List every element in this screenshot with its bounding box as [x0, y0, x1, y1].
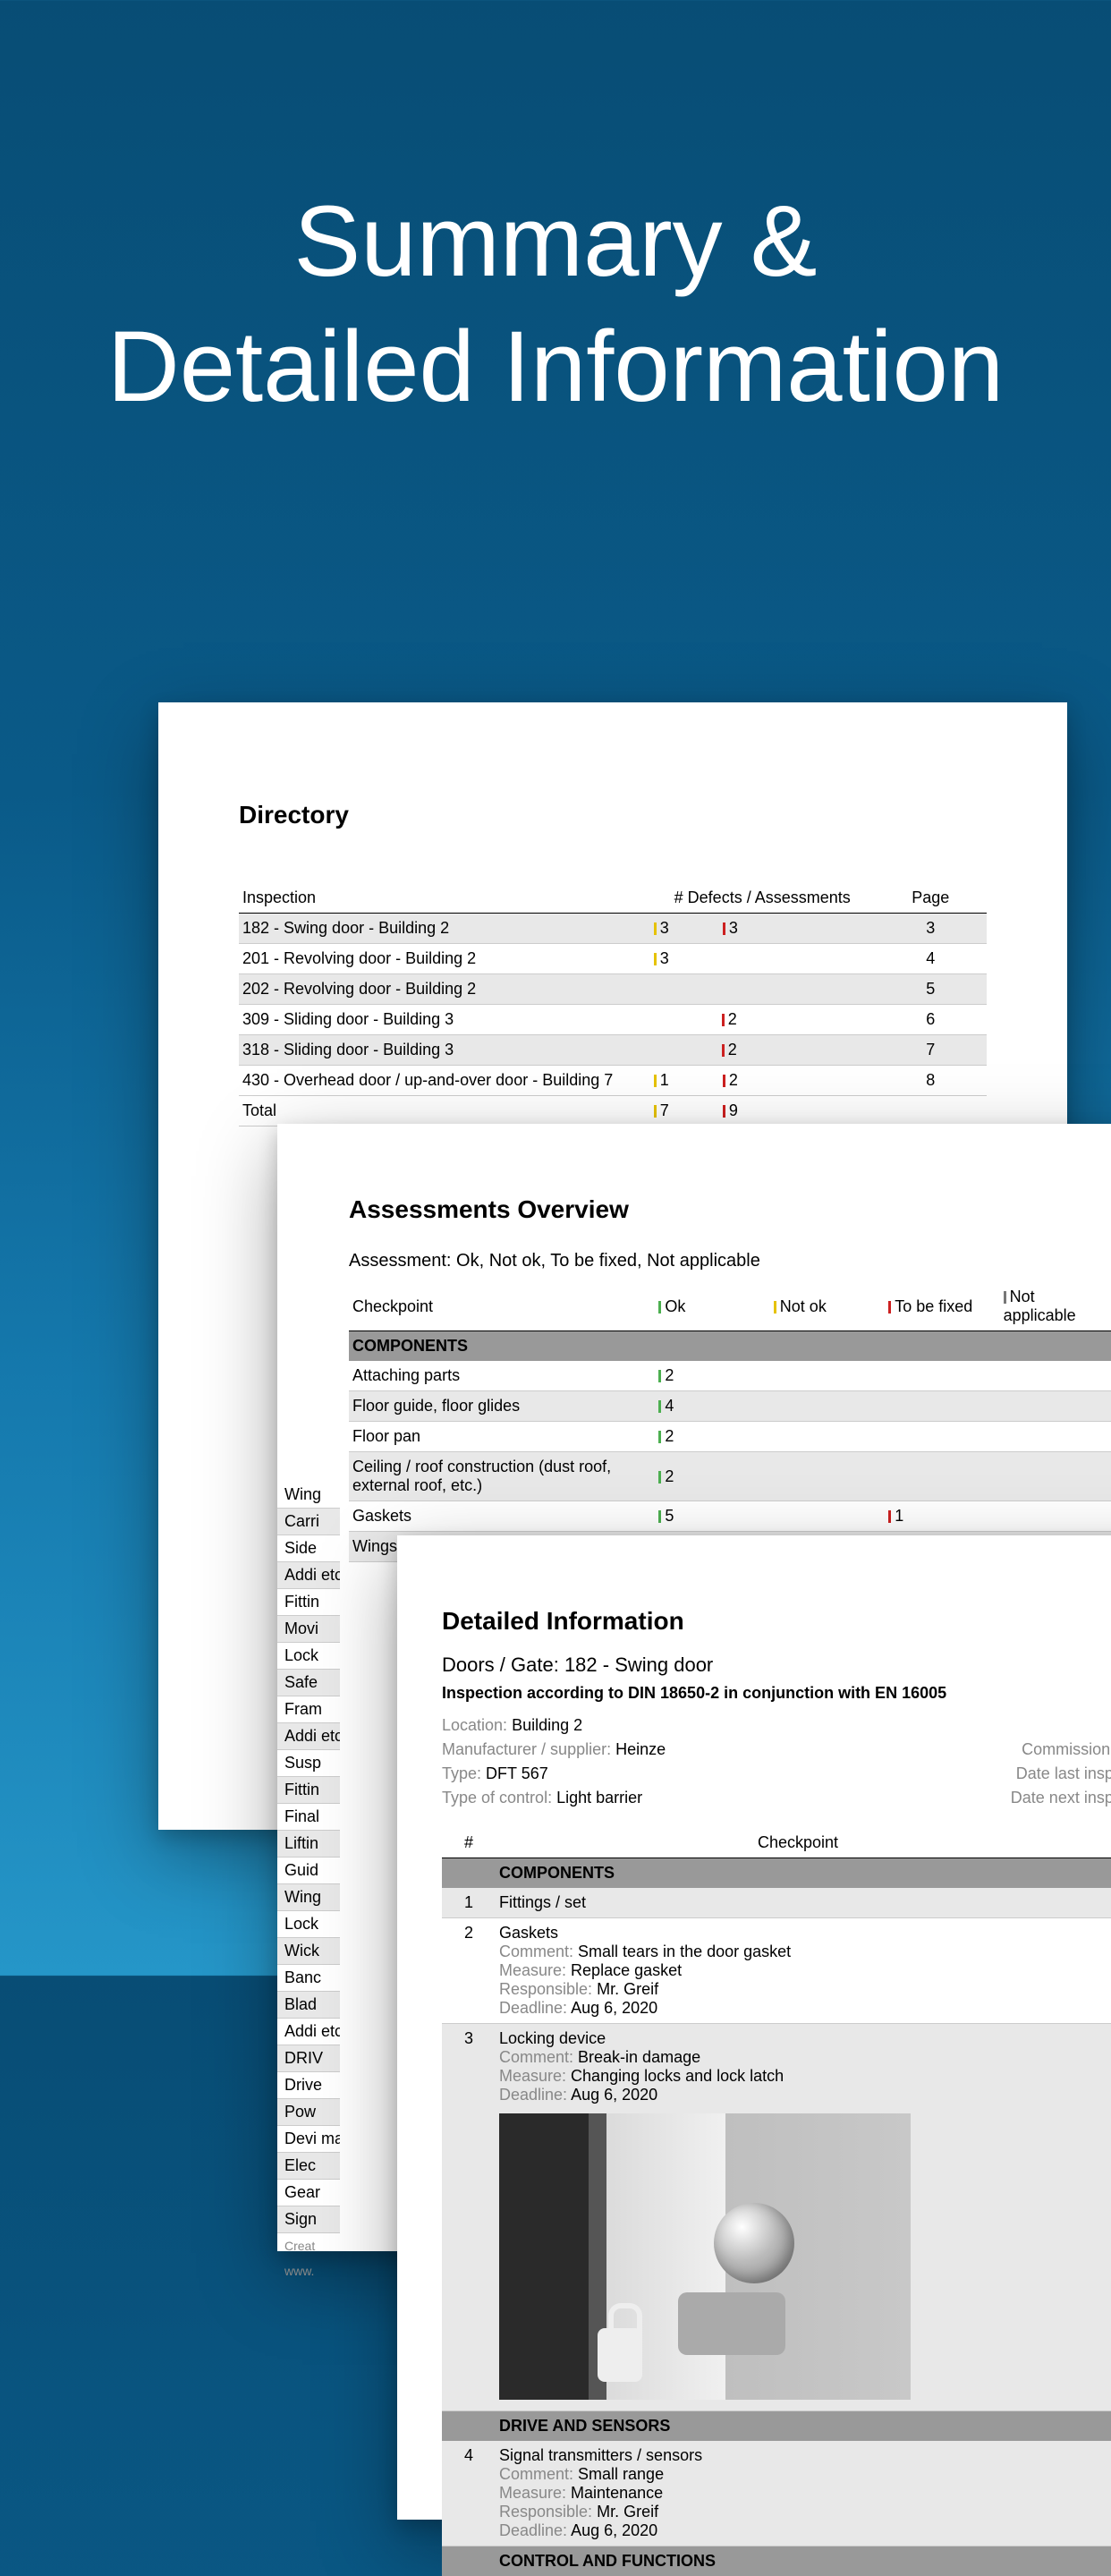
headline-line1: Summary &: [294, 185, 818, 297]
col-checkpoint: Checkpoint: [349, 1282, 655, 1331]
section-header: CONTROL AND FUNCTIONS: [442, 2546, 1111, 2576]
table-row: Floor guide, floor glides4: [349, 1391, 1111, 1422]
table-row: 4 Signal transmitters / sensors Comment:…: [442, 2441, 1111, 2546]
table-row: 182 - Swing door - Building 2333: [239, 914, 987, 944]
total-row: Total79: [239, 1096, 987, 1126]
section-header: COMPONENTS: [442, 1858, 1111, 1889]
table-row: Ceiling / roof construction (dust roof, …: [349, 1452, 1111, 1501]
table-row: 2 Gaskets Comment: Small tears in the do…: [442, 1918, 1111, 2024]
table-row: Attaching parts2: [349, 1361, 1111, 1391]
table-row: 202 - Revolving door - Building 25: [239, 974, 987, 1005]
headline-line2: Detailed Information: [107, 310, 1004, 422]
table-row: 430 - Overhead door / up-and-over door -…: [239, 1066, 987, 1096]
detail-subtitle: Doors / Gate: 182 - Swing door: [442, 1654, 1111, 1677]
col-inspection: Inspection: [239, 883, 650, 914]
col-page: Page: [875, 883, 987, 914]
detail-table: # Checkpoint Assessment COMPONENTS 1 Fit…: [442, 1828, 1111, 2576]
section-header: DRIVE AND SENSORS: [442, 2411, 1111, 2442]
section-header: COMPONENTS: [349, 1331, 1111, 1362]
table-row: 3 Locking device Comment: Break-in damag…: [442, 2024, 1111, 2411]
truncated-column: Wing Carri Side Addi etc.) Fittin Movi L…: [277, 1482, 340, 2283]
detail-meta: Location: Building 2 Manufacturer / supp…: [442, 1713, 1111, 1810]
assessments-title: Assessments Overview: [349, 1195, 1111, 1224]
directory-title: Directory: [239, 801, 987, 829]
table-row: 201 - Revolving door - Building 234: [239, 944, 987, 974]
table-row: 318 - Sliding door - Building 327: [239, 1035, 987, 1066]
assessments-table: Checkpoint Ok Not ok To be fixed Not app…: [349, 1282, 1111, 1562]
detail-title: Detailed Information: [442, 1607, 1111, 1636]
assessments-subtitle: Assessment: Ok, Not ok, To be fixed, Not…: [349, 1251, 1111, 1271]
headline: Summary & Detailed Information: [0, 0, 1111, 429]
detail-norm: Inspection according to DIN 18650-2 in c…: [442, 1684, 1111, 1703]
table-row: 1 Fittings / set Not ok: [442, 1888, 1111, 1918]
detail-page: Detailed Information Doors / Gate: 182 -…: [397, 1535, 1111, 2520]
col-defects: # Defects / Assessments: [650, 883, 875, 914]
directory-table: Inspection # Defects / Assessments Page …: [239, 883, 987, 1126]
table-row: 309 - Sliding door - Building 326: [239, 1005, 987, 1035]
door-lock-photo: [499, 2113, 911, 2400]
table-row: Floor pan2: [349, 1422, 1111, 1452]
table-row: Gaskets51: [349, 1501, 1111, 1532]
